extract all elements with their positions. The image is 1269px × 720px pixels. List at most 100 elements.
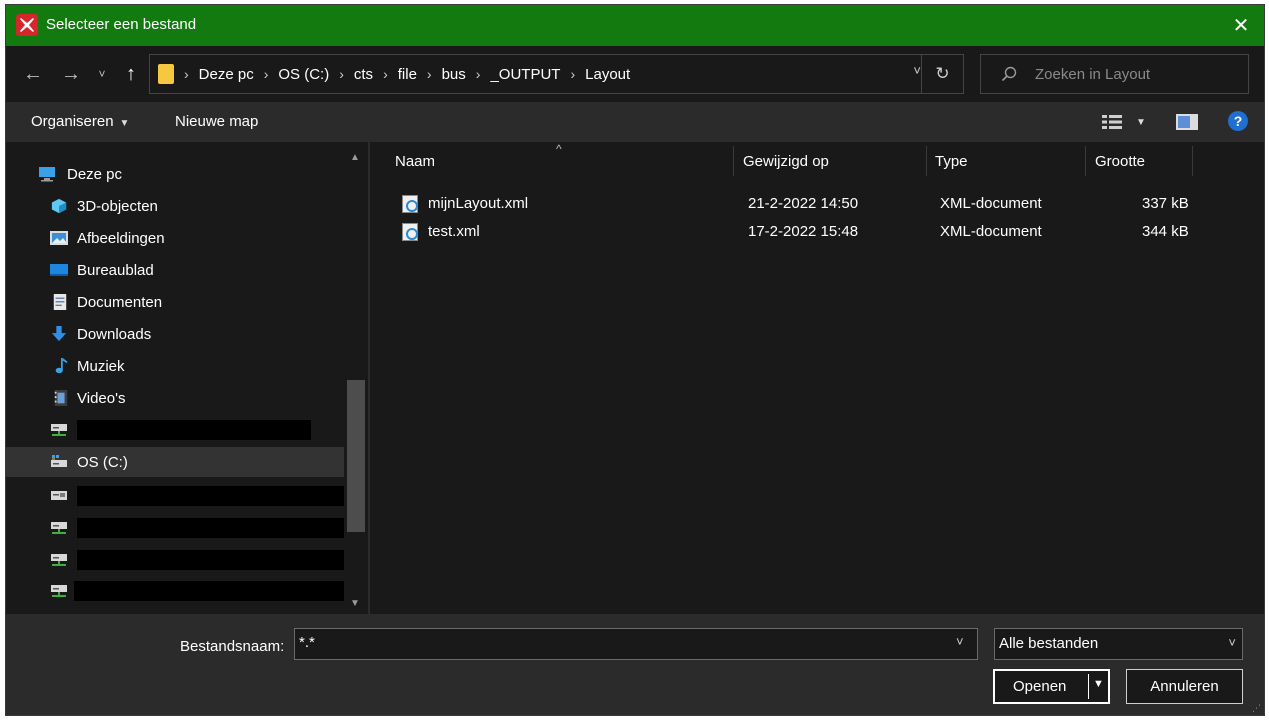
address-history-dropdown[interactable]: ˅ bbox=[913, 63, 921, 78]
documents-icon bbox=[53, 294, 67, 310]
column-separator[interactable] bbox=[1192, 146, 1193, 176]
command-bar: Organiseren ▼ Nieuwe map ▼ ? bbox=[6, 102, 1264, 142]
redacted-label bbox=[77, 518, 344, 538]
sidebar-item-downloads[interactable]: Downloads bbox=[6, 319, 344, 349]
sidebar-item-3d-objecten[interactable]: 3D-objecten bbox=[6, 191, 344, 221]
breadcrumb-deze-pc[interactable]: Deze pc bbox=[199, 66, 254, 83]
file-row[interactable]: mijnLayout.xml 21-2-2022 14:50 XML-docum… bbox=[390, 191, 1190, 217]
view-dropdown-icon[interactable]: ▼ bbox=[1136, 117, 1146, 128]
close-button[interactable]: ✕ bbox=[1218, 5, 1264, 46]
file-list: ^ Naam Gewijzigd op Type Grootte mijnLay… bbox=[370, 142, 1264, 614]
column-header-label: Type bbox=[935, 152, 968, 170]
column-header-modified[interactable]: Gewijzigd op bbox=[743, 142, 829, 180]
back-button[interactable]: ← bbox=[20, 59, 46, 89]
open-button[interactable]: Openen ▼ bbox=[993, 669, 1110, 704]
sidebar-item-label: Downloads bbox=[77, 325, 152, 343]
sidebar-item-os-c[interactable]: OS (C:) bbox=[6, 447, 344, 477]
file-modified: 17-2-2022 15:48 bbox=[748, 223, 859, 240]
breadcrumb-file[interactable]: file bbox=[398, 66, 417, 83]
breadcrumb-separator-icon: › bbox=[570, 66, 576, 82]
file-name: test.xml bbox=[428, 223, 480, 240]
column-header-type[interactable]: Type bbox=[935, 142, 968, 180]
cancel-button[interactable]: Annuleren bbox=[1126, 669, 1243, 704]
network-drive-icon bbox=[51, 585, 67, 597]
new-folder-button[interactable]: Nieuwe map bbox=[175, 113, 258, 130]
column-separator[interactable] bbox=[733, 146, 734, 176]
sidebar-item-documenten[interactable]: Documenten bbox=[6, 287, 344, 317]
breadcrumb-os-c[interactable]: OS (C:) bbox=[278, 66, 329, 83]
address-bar[interactable]: › Deze pc › OS (C:) › cts › file › bus ›… bbox=[149, 54, 964, 94]
forward-button[interactable]: → bbox=[58, 59, 84, 89]
file-modified: 21-2-2022 14:50 bbox=[748, 195, 859, 212]
filename-dropdown-icon[interactable]: ˅ bbox=[956, 634, 964, 649]
sort-ascending-icon: ^ bbox=[556, 142, 562, 156]
sidebar-item-label: Muziek bbox=[77, 357, 125, 375]
sidebar-item-network-drive-5[interactable] bbox=[6, 576, 344, 606]
sidebar-item-label: Afbeeldingen bbox=[77, 229, 165, 247]
view-options-icon[interactable] bbox=[1102, 114, 1122, 130]
chevron-down-icon: ˅ bbox=[1228, 635, 1236, 650]
arrow-left-icon: ← bbox=[23, 62, 43, 85]
network-drive-icon bbox=[51, 424, 67, 436]
breadcrumb-cts[interactable]: cts bbox=[354, 66, 373, 83]
file-size: 344 kB bbox=[1142, 223, 1189, 240]
recent-locations-button[interactable]: ˅ bbox=[94, 59, 110, 89]
desktop-icon bbox=[50, 264, 68, 276]
column-separator[interactable] bbox=[1085, 146, 1086, 176]
filename-input[interactable]: *.* bbox=[294, 628, 978, 660]
breadcrumb-bus[interactable]: bus bbox=[442, 66, 466, 83]
column-header-name[interactable]: Naam bbox=[395, 142, 435, 180]
scroll-thumb[interactable] bbox=[347, 380, 365, 532]
computer-icon bbox=[39, 167, 55, 182]
sidebar-item-muziek[interactable]: Muziek bbox=[6, 351, 344, 381]
redacted-label bbox=[74, 581, 344, 601]
column-header-size[interactable]: Grootte bbox=[1095, 142, 1145, 180]
breadcrumb-separator-icon: › bbox=[426, 66, 432, 82]
sidebar-item-network-drive-3[interactable] bbox=[6, 513, 344, 543]
redacted-label bbox=[77, 486, 344, 506]
open-options-dropdown-icon[interactable]: ▼ bbox=[1093, 678, 1104, 690]
sidebar-item-label: Deze pc bbox=[67, 165, 123, 183]
sidebar-item-videos[interactable]: Video's bbox=[6, 383, 344, 413]
resize-grip-icon[interactable]: ⋰ bbox=[1252, 703, 1261, 714]
search-icon bbox=[1001, 66, 1017, 82]
sidebar-item-afbeeldingen[interactable]: Afbeeldingen bbox=[6, 223, 344, 253]
title-bar: Selecteer een bestand ✕ bbox=[6, 5, 1264, 46]
sidebar-item-network-drive-2[interactable] bbox=[6, 481, 344, 511]
search-box[interactable]: Zoeken in Layout bbox=[980, 54, 1249, 94]
up-button[interactable]: ↑ bbox=[118, 59, 144, 89]
file-type-filter[interactable]: Alle bestanden ˅ bbox=[994, 628, 1243, 660]
navigation-bar: ← → ˅ ↑ › Deze pc › OS (C:) › cts › file… bbox=[6, 46, 1264, 102]
pictures-icon bbox=[50, 231, 68, 245]
breadcrumb-separator-icon: › bbox=[383, 66, 388, 82]
breadcrumb-output[interactable]: _OUTPUT bbox=[490, 66, 560, 83]
column-separator[interactable] bbox=[926, 146, 927, 176]
navigation-pane-scrollbar[interactable]: ▲ ▼ bbox=[344, 142, 368, 614]
split-divider bbox=[1088, 674, 1089, 699]
sidebar-item-network-drive-1[interactable] bbox=[6, 415, 344, 445]
video-icon bbox=[54, 390, 68, 406]
filename-value: *.* bbox=[299, 634, 315, 651]
navigation-pane: Deze pc 3D-objecten Afbeeldingen Bureaub… bbox=[6, 142, 368, 614]
organize-button[interactable]: Organiseren ▼ bbox=[31, 113, 129, 130]
preview-pane-icon[interactable] bbox=[1176, 114, 1198, 130]
sidebar-item-label: OS (C:) bbox=[77, 453, 128, 471]
sidebar-item-deze-pc[interactable]: Deze pc bbox=[6, 159, 344, 189]
sidebar-item-label: Documenten bbox=[77, 293, 163, 311]
sidebar-item-bureaublad[interactable]: Bureaublad bbox=[6, 255, 344, 285]
arrow-right-icon: → bbox=[61, 62, 81, 85]
sidebar-item-network-drive-4[interactable] bbox=[6, 545, 344, 575]
scroll-up-icon[interactable]: ▲ bbox=[350, 152, 360, 163]
refresh-button[interactable]: ↻ bbox=[921, 55, 963, 93]
scroll-down-icon[interactable]: ▼ bbox=[350, 598, 360, 609]
file-open-dialog: Selecteer een bestand ✕ ← → ˅ ↑ › Deze p… bbox=[5, 4, 1265, 716]
breadcrumb-layout[interactable]: Layout bbox=[585, 66, 630, 83]
file-type-filter-value: Alle bestanden bbox=[999, 635, 1099, 652]
dialog-footer: Bestandsnaam: *.* ˅ Alle bestanden ˅ Ope… bbox=[6, 614, 1264, 715]
help-icon[interactable]: ? bbox=[1228, 111, 1248, 131]
cube-icon bbox=[51, 198, 67, 214]
download-icon bbox=[51, 326, 67, 342]
file-row[interactable]: test.xml 17-2-2022 15:48 XML-document 34… bbox=[390, 219, 1190, 245]
file-type: XML-document bbox=[940, 195, 1042, 212]
column-header-label: Naam bbox=[395, 152, 436, 170]
